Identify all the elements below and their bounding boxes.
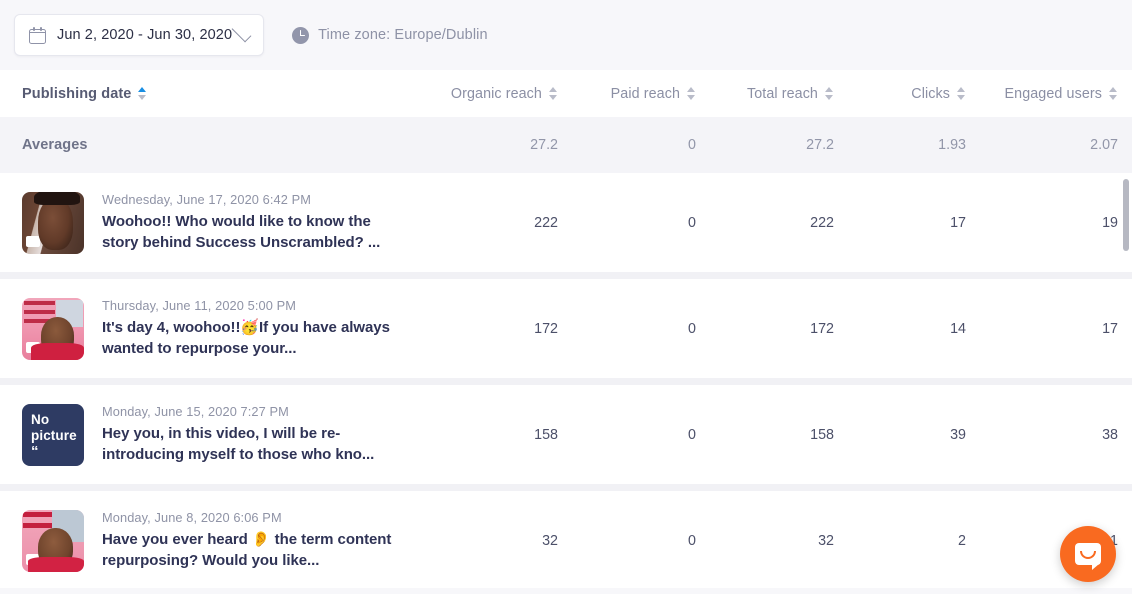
table-row[interactable]: Monday, June 8, 2020 6:06 PM Have you ev… <box>0 491 1132 588</box>
cell-clicks: 14 <box>950 320 966 337</box>
cell-paid-reach: 0 <box>688 214 696 231</box>
row-metrics: 222 0 222 17 19 <box>414 215 1132 231</box>
row-metrics: 158 0 158 39 38 <box>414 427 1132 443</box>
column-header-organic-reach[interactable]: Organic reach <box>414 86 572 102</box>
sort-toggle-total-reach[interactable] <box>825 87 834 100</box>
metric-column-headers: Organic reach Paid reach Total reach Cli… <box>414 86 1132 102</box>
calendar-icon <box>29 26 46 44</box>
post-thumbnail <box>22 509 84 572</box>
date-range-value: Jun 2, 2020 - Jun 30, 2020 <box>57 27 233 43</box>
averages-clicks: 1.93 <box>938 137 966 153</box>
averages-label: Averages <box>22 137 88 153</box>
post-message: Woohoo!! Who would like to know the stor… <box>102 213 381 251</box>
column-header-label: Publishing date <box>22 85 132 102</box>
clock-icon <box>292 26 310 44</box>
cell-organic-reach: 158 <box>534 426 558 443</box>
chat-launcher-button[interactable] <box>1060 526 1116 582</box>
cell-engaged-users: 19 <box>1102 214 1118 231</box>
averages-values: 27.2 0 27.2 1.93 2.07 <box>414 137 1132 153</box>
table-row[interactable]: Wednesday, June 17, 2020 6:42 PM Woohoo!… <box>0 173 1132 272</box>
cell-organic-reach: 222 <box>534 214 558 231</box>
row-metrics: 172 0 172 14 17 <box>414 321 1132 337</box>
cell-organic-reach: 172 <box>534 320 558 337</box>
post-thumbnail-placeholder: No picture “ <box>22 403 84 466</box>
sort-toggle-clicks[interactable] <box>957 87 966 100</box>
post-summary: Monday, June 15, 2020 7:27 PM Hey you, i… <box>102 404 402 465</box>
no-picture-label: No picture <box>31 412 77 443</box>
sort-toggle-paid-reach[interactable] <box>687 87 696 100</box>
averages-organic-reach: 27.2 <box>530 137 558 153</box>
chevron-down-icon <box>231 22 252 42</box>
post-date: Monday, June 8, 2020 6:06 PM <box>102 510 282 525</box>
table-header: Publishing date Organic reach Paid reach… <box>0 70 1132 117</box>
post-summary: Thursday, June 11, 2020 5:00 PM It's day… <box>102 298 402 359</box>
date-range-picker[interactable]: Jun 2, 2020 - Jun 30, 2020 <box>14 14 265 56</box>
cell-engaged-users: 17 <box>1102 320 1118 337</box>
column-header-label: Total reach <box>746 85 818 102</box>
analytics-page: Jun 2, 2020 - Jun 30, 2020 Time zone: Eu… <box>0 0 1132 594</box>
cell-paid-reach: 0 <box>688 426 696 443</box>
vertical-scrollbar[interactable] <box>1123 179 1129 251</box>
table-row[interactable]: No picture “ Monday, June 15, 2020 7:27 … <box>0 385 1132 484</box>
chat-bubble-icon <box>1075 543 1101 570</box>
sort-toggle-engaged-users[interactable] <box>1109 87 1118 100</box>
sort-toggle-publishing-date[interactable] <box>138 87 147 100</box>
sort-toggle-organic-reach[interactable] <box>549 87 558 100</box>
post-summary: Wednesday, June 17, 2020 6:42 PM Woohoo!… <box>102 192 402 253</box>
averages-paid-reach: 0 <box>688 137 696 153</box>
timezone-indicator: Time zone: Europe/Dublin <box>292 26 488 44</box>
column-header-total-reach[interactable]: Total reach <box>710 86 848 102</box>
column-header-engaged-users[interactable]: Engaged users <box>980 86 1132 102</box>
column-header-label: Organic reach <box>450 85 542 102</box>
table-row[interactable]: Thursday, June 11, 2020 5:00 PM It's day… <box>0 279 1132 378</box>
averages-row: Averages 27.2 0 27.2 1.93 2.07 <box>0 117 1132 173</box>
post-message: Have you ever heard 👂 the term content r… <box>102 531 392 569</box>
column-header-label: Engaged users <box>1004 85 1102 102</box>
cell-organic-reach: 32 <box>542 532 558 549</box>
row-metrics: 32 0 32 2 1 <box>414 533 1132 549</box>
post-message: Hey you, in this video, I will be re-int… <box>102 425 375 463</box>
quote-icon: “ <box>31 443 39 460</box>
cell-engaged-users: 38 <box>1102 426 1118 443</box>
post-message: It's day 4, woohoo!!🥳If you have always … <box>102 319 390 357</box>
cell-paid-reach: 0 <box>688 320 696 337</box>
page-toolbar: Jun 2, 2020 - Jun 30, 2020 Time zone: Eu… <box>0 0 1132 70</box>
cell-total-reach: 32 <box>818 532 834 549</box>
post-date: Wednesday, June 17, 2020 6:42 PM <box>102 192 312 207</box>
cell-clicks: 17 <box>950 214 966 231</box>
averages-total-reach: 27.2 <box>806 137 834 153</box>
column-header-publishing-date[interactable]: Publishing date <box>22 86 147 102</box>
column-header-paid-reach[interactable]: Paid reach <box>572 86 710 102</box>
cell-total-reach: 222 <box>810 214 834 231</box>
cell-clicks: 39 <box>950 426 966 443</box>
column-header-clicks[interactable]: Clicks <box>848 86 980 102</box>
column-header-label: Clicks <box>911 85 950 102</box>
column-header-label: Paid reach <box>610 85 680 102</box>
post-thumbnail <box>22 191 84 254</box>
post-date: Monday, June 15, 2020 7:27 PM <box>102 404 289 419</box>
cell-clicks: 2 <box>958 532 966 549</box>
post-summary: Monday, June 8, 2020 6:06 PM Have you ev… <box>102 510 402 571</box>
timezone-label: Time zone: Europe/Dublin <box>318 27 488 43</box>
averages-engaged-users: 2.07 <box>1090 137 1118 153</box>
post-thumbnail <box>22 297 84 360</box>
cell-paid-reach: 0 <box>688 532 696 549</box>
cell-total-reach: 172 <box>810 320 834 337</box>
post-date: Thursday, June 11, 2020 5:00 PM <box>102 298 296 313</box>
cell-total-reach: 158 <box>810 426 834 443</box>
posts-list: Wednesday, June 17, 2020 6:42 PM Woohoo!… <box>0 173 1132 588</box>
